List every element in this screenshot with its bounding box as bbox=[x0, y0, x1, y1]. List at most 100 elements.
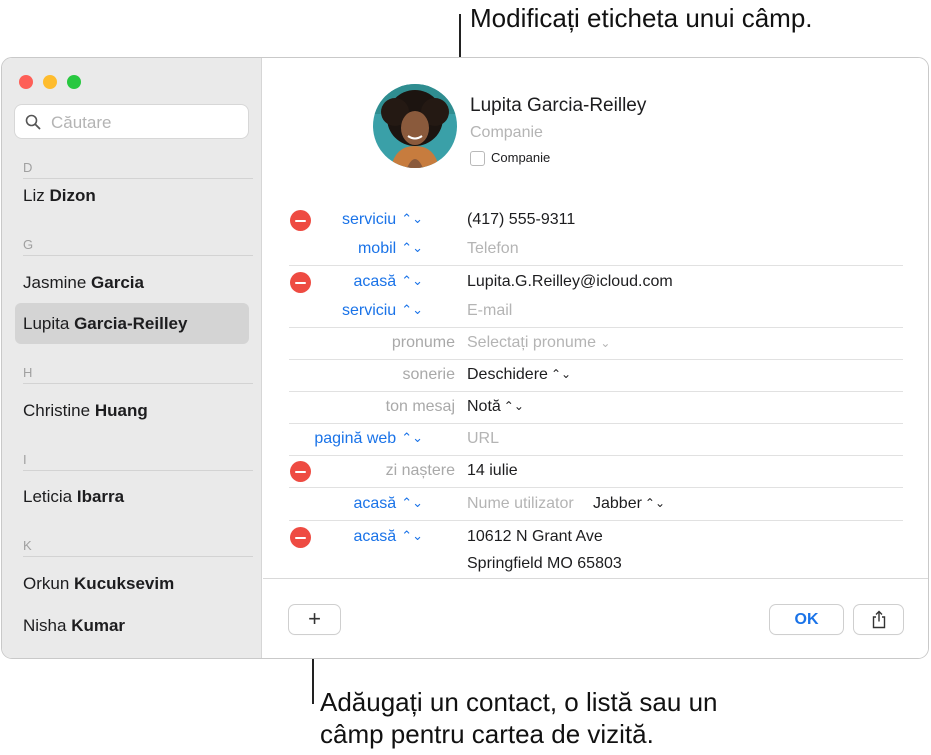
username-input[interactable]: Nume utilizator bbox=[467, 495, 574, 513]
footer-divider bbox=[263, 578, 928, 579]
pronouns-popup[interactable]: Selectați pronume ⌄ bbox=[467, 334, 610, 352]
field-label-text: pagină web bbox=[314, 430, 397, 447]
section-letter: I bbox=[23, 452, 27, 467]
up-down-chevron-icon: ⌃⌄ bbox=[401, 273, 423, 288]
chevron-down-icon: ⌄ bbox=[600, 336, 611, 350]
search-icon bbox=[25, 114, 41, 130]
group-divider bbox=[289, 391, 903, 392]
contact-first-name: Liz bbox=[23, 186, 45, 205]
company-checkbox[interactable] bbox=[470, 151, 485, 166]
up-down-chevron-icon: ⌃⌄ bbox=[401, 240, 423, 255]
close-window-button[interactable] bbox=[19, 75, 33, 89]
field-label-popup[interactable]: serviciu ⌃⌄ bbox=[263, 302, 423, 320]
section-letter: D bbox=[23, 160, 33, 175]
url-input[interactable]: URL bbox=[467, 430, 499, 448]
field-label-popup[interactable]: pagină web ⌃⌄ bbox=[263, 430, 423, 448]
section-divider bbox=[23, 178, 253, 179]
zoom-window-button[interactable] bbox=[67, 75, 81, 89]
contact-list-item[interactable]: Orkun Kucuksevim bbox=[23, 574, 174, 594]
up-down-chevron-icon: ⌃⌄ bbox=[401, 528, 423, 543]
company-checkbox-label: Companie bbox=[491, 150, 551, 165]
contact-list-item[interactable]: Nisha Kumar bbox=[23, 616, 125, 636]
field-label-text: acasă bbox=[353, 528, 397, 545]
section-letter: K bbox=[23, 538, 32, 553]
contact-first-name: Lupita bbox=[23, 314, 70, 333]
address-street[interactable]: 10612 N Grant Ave bbox=[467, 528, 603, 546]
field-label-text: serviciu bbox=[341, 211, 397, 228]
im-service-value: Jabber bbox=[593, 495, 642, 512]
field-label: zi naștere bbox=[385, 462, 455, 479]
field-label-text: serviciu bbox=[341, 302, 397, 319]
birthday-value[interactable]: 14 iulie bbox=[467, 462, 518, 480]
callout-add-contact: Adăugați un contact, o listă sau un câmp… bbox=[320, 686, 718, 750]
phone-input[interactable]: Telefon bbox=[467, 240, 519, 258]
field-label: ton mesaj bbox=[385, 398, 455, 415]
field-label-text: acasă bbox=[353, 495, 397, 512]
field-label-popup[interactable]: acasă ⌃⌄ bbox=[263, 495, 424, 513]
message-tone-popup[interactable]: Notă ⌃⌄ bbox=[467, 398, 524, 416]
ok-button[interactable]: OK bbox=[770, 605, 843, 634]
field-label-popup[interactable]: mobil ⌃⌄ bbox=[263, 240, 423, 258]
ringtone-value: Deschidere bbox=[467, 366, 548, 383]
add-button[interactable]: + bbox=[289, 605, 340, 634]
field-label-popup[interactable]: acasă ⌃⌄ bbox=[263, 273, 424, 291]
group-divider bbox=[289, 327, 903, 328]
email-value[interactable]: Lupita.G.Reilley@icloud.com bbox=[467, 273, 673, 291]
section-letter: H bbox=[23, 365, 33, 380]
section-divider bbox=[23, 556, 253, 557]
contact-list-item[interactable]: Leticia Ibarra bbox=[23, 487, 124, 507]
contact-first-name: Christine bbox=[23, 401, 91, 420]
contact-photo[interactable] bbox=[373, 84, 457, 168]
address-city[interactable]: Springfield MO 65803 bbox=[467, 555, 622, 573]
up-down-chevron-icon: ⌃⌄ bbox=[503, 399, 524, 413]
group-divider bbox=[289, 487, 903, 488]
share-button[interactable] bbox=[854, 605, 903, 634]
contact-last-name: Dizon bbox=[49, 186, 96, 205]
phone-value[interactable]: (417) 555-9311 bbox=[467, 211, 575, 229]
contact-list-item[interactable]: Christine Huang bbox=[23, 401, 148, 421]
contact-list-item[interactable]: Jasmine Garcia bbox=[23, 273, 144, 293]
contact-list-item-selected[interactable]: Lupita Garcia-Reilley bbox=[23, 314, 187, 334]
field-label: pronume bbox=[391, 334, 455, 351]
up-down-chevron-icon: ⌃⌄ bbox=[401, 430, 423, 445]
field-label-text: mobil bbox=[357, 240, 397, 257]
field-label-popup[interactable]: serviciu ⌃⌄ bbox=[263, 211, 423, 229]
ringtone-popup[interactable]: Deschidere ⌃⌄ bbox=[467, 366, 571, 384]
contact-list-item[interactable]: Liz Dizon bbox=[23, 186, 96, 206]
group-divider bbox=[289, 265, 903, 266]
up-down-chevron-icon: ⌃⌄ bbox=[644, 496, 666, 510]
contacts-window: Căutare D Liz Dizon G Jasmine Garcia Lup… bbox=[1, 57, 929, 659]
up-down-chevron-icon: ⌃⌄ bbox=[401, 302, 423, 317]
im-service-popup[interactable]: Jabber ⌃⌄ bbox=[593, 495, 665, 513]
search-field[interactable]: Căutare bbox=[15, 105, 248, 138]
company-field[interactable]: Companie bbox=[470, 124, 543, 142]
group-divider bbox=[289, 455, 903, 456]
contact-last-name: Kumar bbox=[71, 616, 126, 635]
up-down-chevron-icon: ⌃⌄ bbox=[550, 367, 572, 381]
contact-last-name: Garcia-Reilley bbox=[74, 314, 188, 333]
minimize-window-button[interactable] bbox=[43, 75, 57, 89]
contact-last-name: Ibarra bbox=[76, 487, 125, 506]
section-divider bbox=[23, 255, 253, 256]
group-divider bbox=[289, 359, 903, 360]
section-letter: G bbox=[23, 237, 34, 252]
callout-add-line-2: câmp pentru cartea de vizită. bbox=[320, 719, 654, 749]
contact-last-name: Garcia bbox=[91, 273, 144, 292]
sidebar: Căutare D Liz Dizon G Jasmine Garcia Lup… bbox=[2, 58, 262, 658]
pronouns-placeholder: Selectați pronume bbox=[467, 334, 596, 351]
contact-first-name: Orkun bbox=[23, 574, 70, 593]
field-label: sonerie bbox=[402, 366, 455, 383]
section-divider bbox=[23, 470, 253, 471]
contact-first-name: Jasmine bbox=[23, 273, 87, 292]
field-label-popup[interactable]: acasă ⌃⌄ bbox=[263, 528, 424, 546]
contact-last-name: Kucuksevim bbox=[74, 574, 175, 593]
email-input[interactable]: E-mail bbox=[467, 302, 512, 320]
contact-last-name: Huang bbox=[94, 401, 148, 420]
callout-add-line-1: Adăugați un contact, o listă sau un bbox=[320, 687, 718, 717]
portrait-image bbox=[373, 84, 457, 168]
group-divider bbox=[289, 423, 903, 424]
contact-name[interactable]: Lupita Garcia-Reilley bbox=[470, 95, 646, 117]
contact-card: Lupita Garcia-Reilley Companie Companie … bbox=[263, 58, 928, 658]
message-tone-value: Notă bbox=[467, 398, 501, 415]
up-down-chevron-icon: ⌃⌄ bbox=[401, 495, 423, 510]
